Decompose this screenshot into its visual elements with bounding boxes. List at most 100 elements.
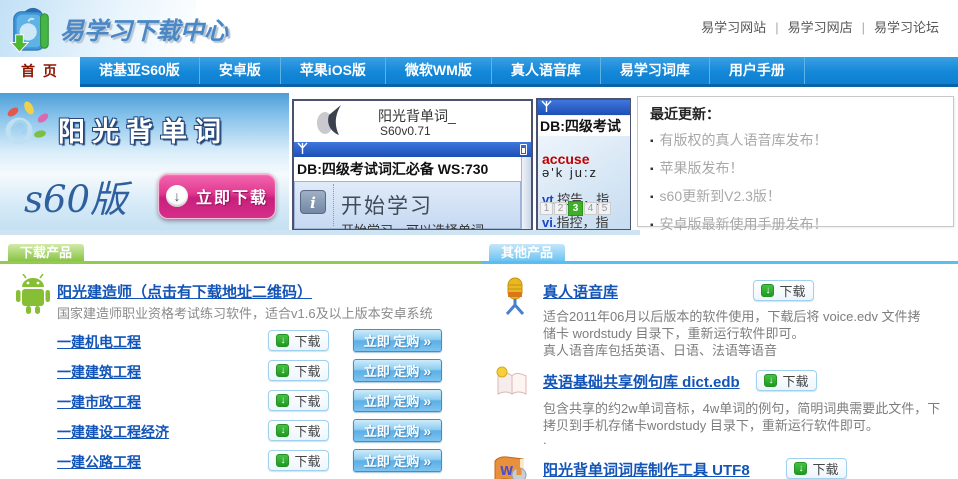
chevron-right-icon: » bbox=[423, 453, 431, 469]
app-header: 阳光背单词_ S60v0.71 bbox=[294, 101, 531, 142]
download-button[interactable]: ↓下载 bbox=[268, 390, 329, 411]
featured-product-desc: 国家建造师职业资格考试练习软件，适合v1.6及以上版本安卓系统 bbox=[57, 303, 433, 322]
banner-download-button[interactable]: ↓ 立即下载 bbox=[158, 173, 276, 219]
order-button[interactable]: 立即 定购» bbox=[353, 329, 442, 352]
phonetic: ə'k ju:z bbox=[542, 165, 598, 180]
signal-antenna-icon bbox=[297, 142, 308, 155]
download-button[interactable]: ↓下载 bbox=[268, 330, 329, 351]
product-link[interactable]: 一建建筑工程 bbox=[57, 362, 141, 382]
banner-edition: s60版 bbox=[24, 169, 127, 223]
product-link[interactable]: 一建机电工程 bbox=[57, 332, 141, 352]
bullet-icon: ▪ bbox=[650, 192, 654, 203]
selected-menu-row: i 开始学习 开始学习，可以选择单词 bbox=[294, 181, 521, 229]
update-text: 苹果版发布！ bbox=[660, 160, 744, 176]
download-icon: ↓ bbox=[761, 284, 774, 297]
nav-home[interactable]: 首 页 bbox=[0, 57, 80, 87]
other-product-link[interactable]: 阳光背单词词库制作工具 UTF8 bbox=[543, 459, 750, 479]
download-button[interactable]: ↓下载 bbox=[268, 450, 329, 471]
download-button[interactable]: ↓下载 bbox=[786, 458, 847, 479]
separator: | bbox=[862, 20, 865, 35]
recent-updates-title: 最近更新： bbox=[650, 104, 953, 124]
update-item: ▪ s60更新到V2.3版！ bbox=[650, 183, 953, 211]
phone-screenshot-1: 阳光背单词_ S60v0.71 DB:四级考试词汇必备 WS:730 i 开始学… bbox=[292, 99, 533, 231]
phone-screenshot-2: DB:四级考试 accuse ə'k ju:z vt.控告，指 1 2 3 4 … bbox=[536, 98, 631, 231]
link-yixuexi-forum[interactable]: 易学习论坛 bbox=[874, 20, 939, 35]
battery-icon bbox=[520, 144, 527, 155]
info-icon: i bbox=[300, 190, 326, 214]
book-wrench-icon: W bbox=[492, 455, 528, 479]
sun-flower-icon bbox=[2, 101, 54, 153]
product-row: 一建建设工程经济 ↓下载 立即 定购» bbox=[0, 420, 480, 444]
blue-underline bbox=[481, 261, 958, 264]
chevron-right-icon: » bbox=[423, 363, 431, 379]
other-product-desc: 真人语音库包括英语、日语、法语等语音 bbox=[543, 340, 958, 359]
product-link[interactable]: 一建公路工程 bbox=[57, 452, 141, 472]
download-arrow-icon: ↓ bbox=[166, 185, 188, 207]
featured-product-link[interactable]: 阳光建造师（点击有下载地址二维码） bbox=[57, 281, 312, 302]
tab-other-products: 其他产品 bbox=[489, 244, 565, 262]
update-text: 有版权的真人语音库发布！ bbox=[660, 132, 828, 148]
top-links: 易学习网站 | 易学习网店 | 易学习论坛 bbox=[692, 17, 948, 36]
bullet-icon: ▪ bbox=[650, 220, 654, 231]
dotted-divider bbox=[333, 184, 334, 226]
scrollbar bbox=[521, 157, 531, 229]
download-button[interactable]: ↓下载 bbox=[753, 280, 814, 301]
page: 易学习下载中心 易学习网站 | 易学习网店 | 易学习论坛 首 页 诺基亚S60版 安卓… bbox=[0, 0, 958, 479]
other-product-link[interactable]: 真人语音库 bbox=[543, 281, 618, 302]
dictionary-info-line: DB:四级考试词汇必备 WS:730 bbox=[294, 157, 521, 181]
download-button[interactable]: ↓下载 bbox=[268, 420, 329, 441]
app-name: 阳光背单词_ bbox=[378, 106, 456, 126]
nav-nokia-s60[interactable]: 诺基亚S60版 bbox=[80, 57, 200, 84]
separator: | bbox=[775, 20, 778, 35]
update-item: ▪苹果版发布！ bbox=[650, 155, 953, 183]
menu-item-label: 开始学习 bbox=[341, 190, 433, 220]
download-icon: ↓ bbox=[276, 454, 289, 467]
nav-voice-library[interactable]: 真人语音库 bbox=[492, 57, 601, 84]
nav-word-library[interactable]: 易学习词库 bbox=[601, 57, 710, 84]
download-button[interactable]: ↓下载 bbox=[268, 360, 329, 381]
other-product-link[interactable]: 英语基础共享例句库 dict.edb bbox=[543, 371, 740, 392]
order-button[interactable]: 立即 定购» bbox=[353, 359, 442, 382]
product-row: 一建市政工程 ↓下载 立即 定购» bbox=[0, 390, 480, 414]
nav-microsoft-wm[interactable]: 微软WM版 bbox=[386, 57, 492, 84]
product-row: 一建公路工程 ↓下载 立即 定购» bbox=[0, 450, 480, 474]
update-text: s60更新到V2.3版！ bbox=[660, 188, 781, 204]
android-robot-icon bbox=[14, 274, 52, 316]
download-icon: ↓ bbox=[276, 334, 289, 347]
product-link[interactable]: 一建市政工程 bbox=[57, 392, 141, 412]
site-logo[interactable]: 易学习下载中心 bbox=[0, 0, 196, 57]
download-icon: ↓ bbox=[276, 364, 289, 377]
order-button[interactable]: 立即 定购» bbox=[353, 449, 442, 472]
status-bar bbox=[538, 100, 630, 115]
banner-title: 阳光背单词 bbox=[58, 110, 228, 149]
product-link[interactable]: 一建建设工程经济 bbox=[57, 422, 169, 442]
status-bar bbox=[294, 142, 531, 157]
update-item: ▪安卓版最新使用手册发布！ bbox=[650, 211, 953, 239]
dictionary-screen: DB:四级考试 accuse ə'k ju:z vt.控告，指 1 2 3 4 … bbox=[538, 115, 630, 229]
chevron-right-icon: » bbox=[423, 333, 431, 349]
recent-updates-panel: 最近更新： ▪ 有版权的真人语音库发布！ ▪苹果版发布！ ▪ s60更新到V2.3版… bbox=[637, 96, 954, 227]
banner-s60[interactable]: 阳光背单词 s60版 ↓ 立即下载 bbox=[0, 93, 289, 233]
signal-antenna-icon bbox=[541, 100, 552, 113]
green-underline bbox=[0, 261, 481, 264]
dictionary-info-line: DB:四级考试 bbox=[538, 116, 630, 136]
nav-android[interactable]: 安卓版 bbox=[200, 57, 281, 84]
section-divider bbox=[0, 230, 640, 235]
main-nav: 首 页 诺基亚S60版 安卓版 苹果iOS版 微软WM版 真人语音库 易学习词库… bbox=[0, 57, 958, 87]
nav-apple-ios[interactable]: 苹果iOS版 bbox=[281, 57, 386, 84]
nav-user-manual[interactable]: 用户手册 bbox=[710, 57, 805, 84]
app-logo-icon bbox=[311, 103, 371, 141]
site-header: 易学习下载中心 易学习网站 | 易学习网店 | 易学习论坛 bbox=[0, 0, 958, 57]
backpack-logo-icon bbox=[6, 6, 56, 54]
meaning-line: vi.指控，指 bbox=[542, 212, 608, 231]
book-lightbulb-icon bbox=[494, 366, 530, 398]
link-yixuexi-website[interactable]: 易学习网站 bbox=[701, 20, 766, 35]
download-icon: ↓ bbox=[794, 462, 807, 475]
download-button[interactable]: ↓下载 bbox=[756, 370, 817, 391]
site-title: 易学习下载中心 bbox=[60, 11, 228, 46]
app-version: S60v0.71 bbox=[380, 124, 431, 138]
svg-text:W: W bbox=[500, 464, 513, 478]
link-yixuexi-shop[interactable]: 易学习网店 bbox=[788, 20, 853, 35]
order-button[interactable]: 立即 定购» bbox=[353, 419, 442, 442]
order-button[interactable]: 立即 定购» bbox=[353, 389, 442, 412]
